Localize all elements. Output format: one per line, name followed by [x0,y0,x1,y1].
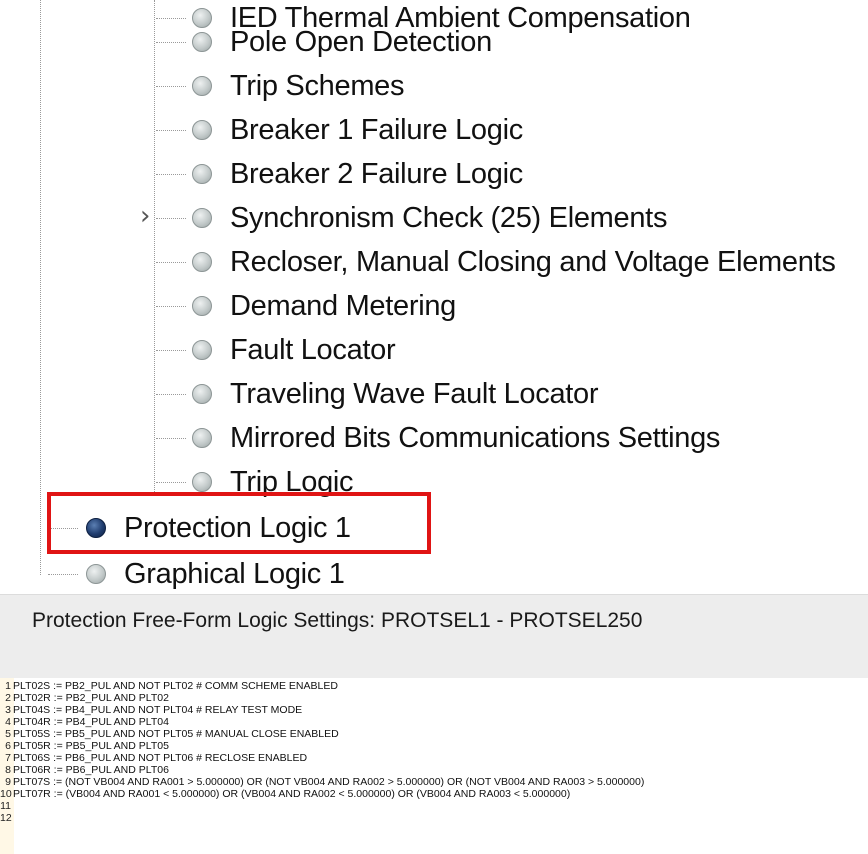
line-number: 6 [5,740,11,752]
tree-item[interactable]: Demand Metering [192,286,456,326]
tree-item[interactable]: Pole Open Detection [192,22,492,62]
tree-item-label: Pole Open Detection [230,25,492,58]
code-line: 2 PLT02R := PB2_PUL AND PLT02 [0,692,169,704]
tree-connector [156,174,186,175]
node-icon [192,296,212,316]
line-number: 1 [5,680,11,692]
tree-item-label: Recloser, Manual Closing and Voltage Ele… [230,245,836,278]
node-icon [192,208,212,228]
line-text: PLT04R := PB4_PUL AND PLT04 [13,716,169,728]
node-icon [192,120,212,140]
node-icon [192,428,212,448]
tree-item-label: Demand Metering [230,289,456,322]
tree-connector [156,18,186,19]
line-text: PLT05R := PB5_PUL AND PLT05 [13,740,169,752]
tree-line [154,0,155,492]
tree-item-label: Synchronism Check (25) Elements [230,201,668,234]
tree-item-label: Trip Schemes [230,69,405,102]
tree-connector [48,574,78,575]
panel-header: Protection Free-Form Logic Settings: PRO… [0,594,868,679]
tree-item-graphical-logic-1[interactable]: Graphical Logic 1 [86,554,345,594]
line-number: 8 [5,764,11,776]
code-line: 9 PLT07S := (NOT VB004 AND RA001 > 5.0000… [0,776,644,788]
node-icon [192,76,212,96]
code-line: 10PLT07R := (VB004 AND RA001 < 5.000000)… [0,788,570,800]
tree-connector [156,42,186,43]
node-icon [192,340,212,360]
line-text: PLT07S := (NOT VB004 AND RA001 > 5.00000… [13,776,645,788]
line-number: 4 [5,716,11,728]
line-number: 7 [5,752,11,764]
code-line: 3 PLT04S := PB4_PUL AND NOT PLT04 # RELAY… [0,704,302,716]
tree-item[interactable]: Recloser, Manual Closing and Voltage Ele… [192,242,836,282]
tree-connector [156,394,186,395]
tree-item[interactable]: Synchronism Check (25) Elements [192,198,667,238]
tree-item[interactable]: Fault Locator [192,330,396,370]
tree-connector [156,130,186,131]
tree-connector [156,438,186,439]
line-text: PLT05S := PB5_PUL AND NOT PLT05 # MANUAL… [13,728,339,740]
line-text: PLT02R := PB2_PUL AND PLT02 [13,692,169,704]
node-icon [192,252,212,272]
tree-item[interactable]: Breaker 2 Failure Logic [192,154,523,194]
line-number: 10 [0,788,12,800]
settings-tree: IED Thermal Ambient Compensation Pole Ope… [0,0,868,594]
code-line: 11 [0,800,13,812]
line-text: PLT06R := PB6_PUL AND PLT06 [13,764,169,776]
tree-item[interactable]: Breaker 1 Failure Logic [192,110,523,150]
node-icon [192,32,212,52]
code-line: 7 PLT06S := PB6_PUL AND NOT PLT06 # RECLO… [0,752,307,764]
tree-connector [156,306,186,307]
tree-item-label: Breaker 1 Failure Logic [230,113,523,146]
tree-connector [156,262,186,263]
tree-item-label: Breaker 2 Failure Logic [230,157,523,190]
node-icon [192,472,212,492]
line-text: PLT02S := PB2_PUL AND NOT PLT02 # COMM S… [13,680,338,692]
line-number: 12 [0,812,12,824]
code-line: 4 PLT04R := PB4_PUL AND PLT04 [0,716,169,728]
line-number: 11 [0,800,11,812]
tree-item[interactable]: Trip Schemes [192,66,405,106]
tree-connector [156,218,186,219]
line-number: 2 [5,692,11,704]
tree-item-label: Graphical Logic 1 [124,557,345,590]
line-number: 3 [5,704,11,716]
chevron-right-icon[interactable]: › [140,201,150,231]
line-number: 9 [5,776,11,788]
node-icon [192,164,212,184]
code-line: 6 PLT05R := PB5_PUL AND PLT05 [0,740,169,752]
node-icon [192,384,212,404]
tree-item[interactable]: Mirrored Bits Communications Settings [192,418,720,458]
tree-item-label: Mirrored Bits Communications Settings [230,421,721,454]
tree-item-label: Traveling Wave Fault Locator [230,377,599,410]
tree-line [40,0,41,575]
tree-connector [156,350,186,351]
code-line: 12 [0,812,13,824]
logic-editor[interactable]: 1 PLT02S := PB2_PUL AND NOT PLT02 # COMM … [0,678,868,854]
tree-item-label: Fault Locator [230,333,396,366]
highlight-box [47,492,431,554]
code-line: 5 PLT05S := PB5_PUL AND NOT PLT05 # MANUA… [0,728,339,740]
settings-panel: Protection Free-Form Logic Settings: PRO… [0,594,868,854]
panel-title: Protection Free-Form Logic Settings: PRO… [32,609,643,632]
line-number: 5 [5,728,11,740]
code-line: 1 PLT02S := PB2_PUL AND NOT PLT02 # COMM … [0,680,338,692]
node-icon [86,564,106,584]
line-text: PLT07R := (VB004 AND RA001 < 5.000000) O… [13,788,571,800]
code-line: 8 PLT06R := PB6_PUL AND PLT06 [0,764,169,776]
tree-connector [156,482,186,483]
tree-connector [156,86,186,87]
tree-item[interactable]: Traveling Wave Fault Locator [192,374,599,414]
line-text: PLT06S := PB6_PUL AND NOT PLT06 # RECLOS… [13,752,308,764]
line-text: PLT04S := PB4_PUL AND NOT PLT04 # RELAY … [13,704,303,716]
